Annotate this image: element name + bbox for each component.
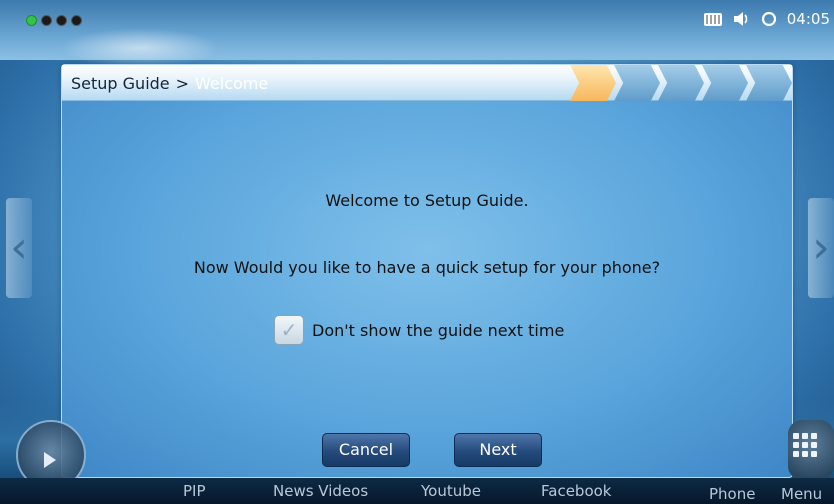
clock: 04:05 <box>786 10 830 28</box>
keyboard-icon[interactable] <box>703 11 723 27</box>
page-dot <box>56 15 67 26</box>
status-right: 04:05 <box>703 10 830 28</box>
sync-icon[interactable] <box>759 11 779 27</box>
previous-page-arrow-icon[interactable]: ‹ <box>6 198 32 298</box>
dock-item-news-videos[interactable]: News Videos <box>273 482 368 500</box>
app-dock: PIP News Videos Youtube Facebook Phone M… <box>0 478 834 504</box>
step-indicator <box>746 65 792 101</box>
dock-item-menu[interactable]: Menu <box>781 485 822 503</box>
page-dot <box>71 15 82 26</box>
dialog-header: Setup Guide > Welcome <box>62 65 792 101</box>
setup-guide-dialog: Setup Guide > Welcome Welcome to Setup G… <box>61 64 793 478</box>
status-bar: 04:05 <box>0 0 834 40</box>
breadcrumb: Setup Guide > Welcome <box>71 74 268 93</box>
breadcrumb-separator: > <box>175 74 190 93</box>
checkmark-icon: ✓ <box>280 318 298 342</box>
breadcrumb-root: Setup Guide <box>71 74 170 93</box>
play-icon <box>44 452 56 468</box>
volume-icon[interactable] <box>731 11 751 27</box>
cancel-button[interactable]: Cancel <box>322 433 410 467</box>
dont-show-checkbox[interactable]: ✓ <box>274 315 304 345</box>
step-indicator-active <box>570 65 616 101</box>
page-dot-active <box>26 15 37 26</box>
dont-show-guide-option[interactable]: ✓ Don't show the guide next time <box>274 315 564 345</box>
step-indicator <box>658 65 704 101</box>
page-indicator <box>26 15 82 26</box>
step-progress <box>570 65 792 101</box>
question-text: Now Would you like to have a quick setup… <box>193 258 661 277</box>
welcome-text: Welcome to Setup Guide. <box>325 191 529 210</box>
grid-icon <box>793 433 817 457</box>
dock-item-facebook[interactable]: Facebook <box>541 482 611 500</box>
step-indicator <box>614 65 660 101</box>
page-dot <box>41 15 52 26</box>
step-indicator <box>702 65 748 101</box>
next-page-arrow-icon[interactable]: › <box>808 198 834 298</box>
dock-item-youtube[interactable]: Youtube <box>421 482 481 500</box>
dock-item-phone[interactable]: Phone <box>709 485 755 503</box>
dock-item-pip[interactable]: PIP <box>183 482 206 500</box>
breadcrumb-current: Welcome <box>195 74 269 93</box>
dont-show-label[interactable]: Don't show the guide next time <box>312 321 564 340</box>
next-button[interactable]: Next <box>454 433 542 467</box>
